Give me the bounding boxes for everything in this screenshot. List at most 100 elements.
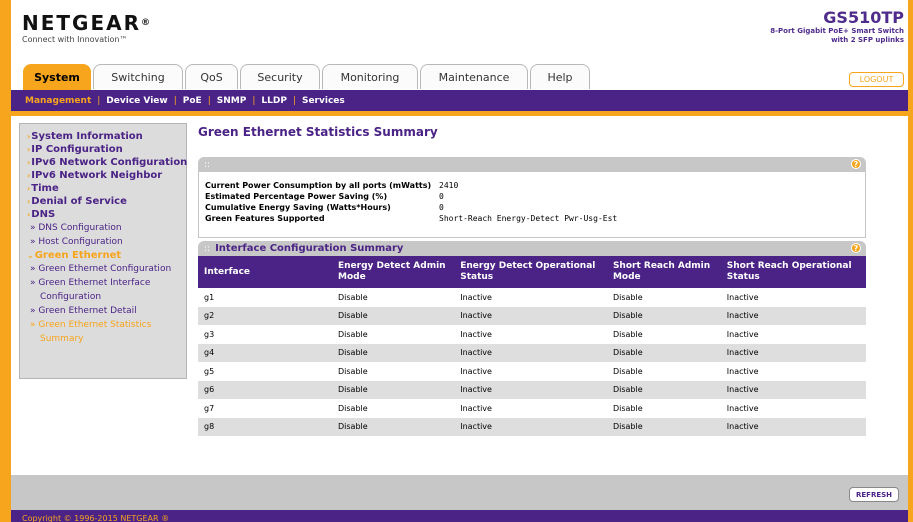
table-cell: Disable: [332, 380, 455, 399]
tab-security[interactable]: Security: [240, 64, 320, 89]
table-cell: g1: [204, 292, 215, 302]
sidebar-item-ip-configuration[interactable]: ›IP Configuration: [27, 143, 186, 156]
table-cell: Disable: [338, 329, 368, 339]
table-cell: Disable: [606, 417, 721, 436]
drag-handle-icon: ::: [204, 243, 211, 254]
table-cell: Inactive: [720, 417, 866, 436]
stat-row: Estimated Percentage Power Saving (%) 0: [205, 191, 865, 202]
sidebar-item-host-configuration[interactable]: » Host Configuration: [27, 235, 186, 249]
sidebar-item-ipv6-network-neighbor[interactable]: ›IPv6 Network Neighbor: [27, 169, 186, 182]
subnav-snmp[interactable]: SNMP: [217, 96, 247, 106]
table-row: g4 Disable Inactive Disable Inactive: [198, 343, 866, 362]
stat-value: 0: [439, 203, 444, 212]
model-name: GS510TP: [823, 8, 904, 27]
sidebar-item-label: IP Configuration: [31, 144, 123, 155]
stat-label: Cumulative Energy Saving (Watts*Hours): [205, 203, 391, 212]
chevron-down-icon: ⌄: [27, 251, 34, 260]
subnav-separator: |: [97, 95, 101, 106]
table-cell: Disable: [612, 292, 643, 302]
sidebar-item-label: Denial of Service: [31, 196, 127, 207]
app-window: NETGEAR® Connect with Innovation™ GS510T…: [0, 0, 913, 522]
table-row: g6 Disable Inactive Disable Inactive: [198, 380, 866, 399]
stat-value: 2410: [439, 181, 459, 190]
table-cell: g4: [198, 343, 332, 362]
interface-table: Interface Energy Detect Admin Mode Energ…: [198, 256, 866, 436]
table-header-row: Interface Energy Detect Admin Mode Energ…: [198, 256, 866, 288]
table-row: g8 Disable Inactive Disable Inactive: [198, 417, 866, 436]
sidebar-item-dns-configuration[interactable]: » DNS Configuration: [27, 221, 186, 235]
sidebar-item-green-ethernet-detail[interactable]: » Green Ethernet Detail: [27, 304, 186, 318]
refresh-button[interactable]: REFRESH: [849, 487, 899, 502]
table-cell: Inactive: [454, 306, 607, 325]
table-cell: g3: [204, 329, 215, 339]
table-cell: Inactive: [460, 292, 492, 302]
subnav-poe[interactable]: PoE: [183, 96, 202, 106]
tab-maintenance[interactable]: Maintenance: [420, 64, 528, 89]
footer-bar: REFRESH: [11, 475, 908, 510]
sidebar-item-denial-of-service[interactable]: ›Denial of Service: [27, 195, 186, 208]
table-row: g1 Disable Inactive Disable Inactive: [198, 288, 866, 307]
tab-switching[interactable]: Switching: [93, 64, 183, 89]
table-cell: Inactive: [454, 343, 607, 362]
drag-handle-icon: ::: [204, 159, 211, 170]
table-cell: g5: [204, 366, 215, 376]
table-cell: Inactive: [726, 366, 759, 376]
stats-panel: Current Power Consumption by all ports (…: [198, 172, 866, 238]
tab-qos[interactable]: QoS: [185, 64, 238, 89]
stat-label: Green Features Supported: [205, 214, 325, 223]
table-cell: Disable: [332, 306, 455, 325]
sidebar-item-label: IPv6 Network Neighbor: [31, 170, 163, 181]
copyright-text: Copyright © 1996-2015 NETGEAR ®: [22, 514, 170, 522]
model-desc-line1: 8-Port Gigabit PoE+ Smart Switch: [770, 27, 904, 35]
sidebar-item-green-ethernet[interactable]: ⌄Green Ethernet: [27, 249, 186, 262]
netgear-logo: NETGEAR® Connect with Innovation™: [22, 13, 150, 44]
sidebar-item-green-ethernet-interface-cont[interactable]: Configuration: [27, 290, 186, 304]
logout-button[interactable]: LOGOUT: [849, 72, 904, 87]
table-cell: Inactive: [454, 417, 607, 436]
table-cell: Disable: [606, 306, 721, 325]
help-icon[interactable]: ?: [851, 159, 861, 169]
model-desc-line2: with 2 SFP uplinks: [831, 36, 904, 44]
chevron-right-icon: ›: [27, 158, 31, 167]
stats-section-header: :: ?: [198, 157, 866, 172]
column-header: Energy Detect Operational Status: [454, 256, 607, 288]
column-header: Short Reach Admin Mode: [606, 256, 721, 288]
subnav-services[interactable]: Services: [302, 96, 345, 106]
subnav-device-view[interactable]: Device View: [106, 96, 167, 106]
stat-row: Current Power Consumption by all ports (…: [205, 180, 865, 191]
sidebar-item-ipv6-network-configuration[interactable]: ›IPv6 Network Configuration: [27, 156, 187, 169]
tab-help[interactable]: Help: [530, 64, 590, 89]
tab-system[interactable]: System: [23, 64, 91, 90]
table-row: g3 Disable Inactive Disable Inactive: [198, 325, 866, 344]
chevron-right-icon: ›: [27, 184, 31, 193]
table-cell: Disable: [338, 366, 368, 376]
sidebar-item-green-ethernet-statistics-cont[interactable]: Summary: [27, 332, 186, 346]
sidebar-item-system-information[interactable]: ›System Information: [27, 130, 186, 143]
table-cell: Inactive: [460, 366, 492, 376]
chevron-right-icon: ›: [27, 171, 31, 180]
subnav-management[interactable]: Management: [25, 96, 91, 106]
chevron-right-icon: ›: [27, 197, 31, 206]
left-border: [0, 0, 11, 522]
sidebar-item-time[interactable]: ›Time: [27, 182, 186, 195]
stat-label: Estimated Percentage Power Saving (%): [205, 192, 388, 201]
table-cell: Inactive: [720, 343, 866, 362]
chevron-right-icon: ›: [27, 145, 31, 154]
table-cell: Inactive: [454, 380, 607, 399]
table-cell: Inactive: [726, 329, 759, 339]
sidebar-item-green-ethernet-interface[interactable]: » Green Ethernet Interface: [27, 276, 186, 290]
stat-row: Cumulative Energy Saving (Watts*Hours) 0: [205, 202, 865, 213]
sidebar: ›System Information ›IP Configuration ›I…: [19, 123, 187, 379]
table-cell: Inactive: [726, 403, 759, 413]
help-icon[interactable]: ?: [851, 243, 861, 253]
sidebar-item-label: Time: [31, 183, 59, 194]
model-info: GS510TP 8-Port Gigabit PoE+ Smart Switch…: [770, 8, 904, 45]
accent-strip: [11, 111, 908, 116]
sidebar-item-green-ethernet-configuration[interactable]: » Green Ethernet Configuration: [27, 262, 186, 276]
sidebar-item-dns[interactable]: ›DNS: [27, 208, 186, 221]
table-cell: Disable: [612, 366, 643, 376]
subnav-lldp[interactable]: LLDP: [261, 96, 287, 106]
stat-value: 0: [439, 192, 444, 201]
sidebar-item-green-ethernet-statistics[interactable]: » Green Ethernet Statistics: [27, 318, 186, 332]
tab-monitoring[interactable]: Monitoring: [322, 64, 418, 89]
